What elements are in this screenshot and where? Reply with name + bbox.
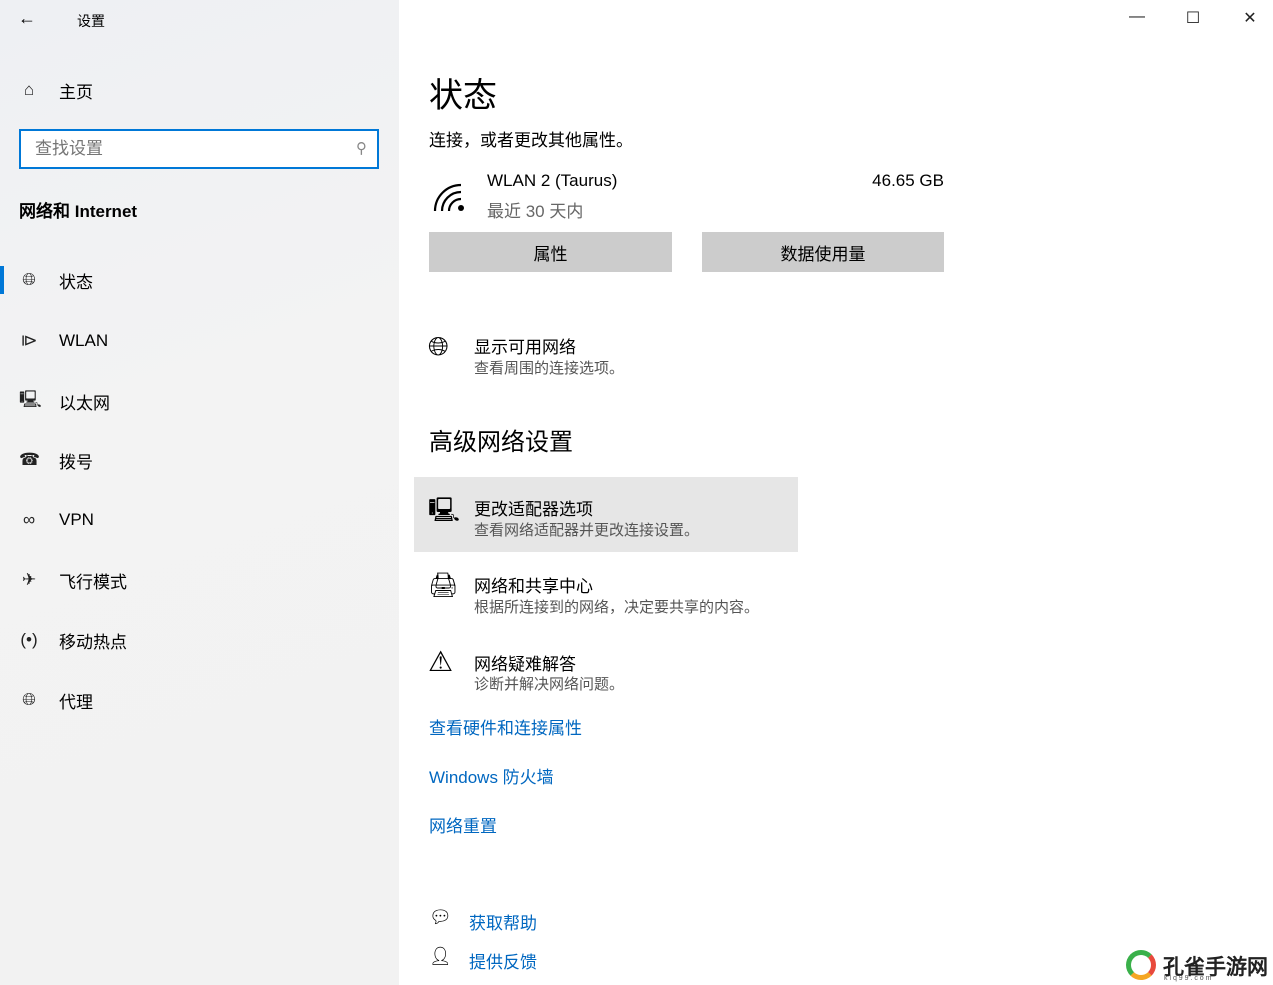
home-icon: ⌂ xyxy=(23,80,35,99)
warning-icon: ⚠︎ xyxy=(428,646,454,677)
item-subtitle: 查看网络适配器并更改连接设置。 xyxy=(474,522,700,539)
feedback-link[interactable]: 提供反馈 xyxy=(469,948,537,973)
search-box[interactable]: ⚲ xyxy=(19,129,379,169)
sidebar-item-dialup[interactable]: ☎︎ 拨号 xyxy=(0,438,399,482)
feedback-icon: 👤︎ xyxy=(429,946,452,966)
item-title: 更改适配器选项 xyxy=(474,500,593,519)
search-input[interactable] xyxy=(21,131,321,167)
item-subtitle: 查看周围的连接选项。 xyxy=(474,360,625,377)
sidebar-item-wlan[interactable]: ⧐ WLAN xyxy=(0,319,399,363)
item-title: 显示可用网络 xyxy=(474,338,576,357)
watermark-sub: k l q 9 9 . c o m xyxy=(1164,975,1212,982)
sidebar-item-hotspot[interactable]: (•) 移动热点 xyxy=(0,618,399,662)
sharing-center-item[interactable]: 🖨︎ 网络和共享中心 根据所连接到的网络，决定要共享的内容。 xyxy=(414,555,798,630)
sidebar-item-vpn[interactable]: ∞ VPN xyxy=(0,498,399,542)
hardware-properties-link[interactable]: 查看硬件和连接属性 xyxy=(429,714,582,739)
troubleshoot-item[interactable]: ⚠︎ 网络疑难解答 诊断并解决网络问题。 xyxy=(414,633,798,708)
label: 代理 xyxy=(59,692,93,712)
adapter-options-item[interactable]: 🖳︎ 更改适配器选项 查看网络适配器并更改连接设置。 xyxy=(414,477,798,552)
sidebar-item-home[interactable]: ⌂ 主页 xyxy=(0,68,399,112)
home-label: 主页 xyxy=(59,82,93,102)
label: 移动热点 xyxy=(59,632,127,652)
item-title: 网络和共享中心 xyxy=(474,577,593,596)
globe-icon: 🌐︎ xyxy=(22,690,36,709)
airplane-icon: ✈︎ xyxy=(21,570,37,589)
sharing-center-icon: 🖨︎ xyxy=(428,572,459,599)
network-usage: 46.65 GB xyxy=(872,171,944,190)
network-period: 最近 30 天内 xyxy=(487,202,584,221)
item-subtitle: 根据所连接到的网络，决定要共享的内容。 xyxy=(474,599,760,616)
maximize-button[interactable]: ☐ xyxy=(1178,8,1208,30)
description: 连接，或者更改其他属性。 xyxy=(429,131,633,150)
hotspot-icon: (•) xyxy=(20,630,38,649)
close-button[interactable]: ✕ xyxy=(1235,8,1265,30)
get-help-link[interactable]: 获取帮助 xyxy=(469,909,537,934)
page-title: 状态 xyxy=(429,77,497,115)
advanced-heading: 高级网络设置 xyxy=(429,429,573,456)
windows-firewall-link[interactable]: Windows 防火墙 xyxy=(429,763,554,788)
wifi-signal-icon xyxy=(433,183,464,212)
window-title: 设置 xyxy=(77,13,105,29)
search-icon: ⚲ xyxy=(356,140,367,157)
label: WLAN xyxy=(59,331,109,350)
network-globe-icon: 🌐︎ xyxy=(428,331,449,361)
sidebar: ← 设置 ⌂ 主页 ⚲ 网络和 Internet 🌐︎ 状态 ⧐ WLAN 🖳︎ 以太… xyxy=(0,0,399,985)
help-icon: 💬︎ xyxy=(429,907,452,927)
section-heading: 网络和 Internet xyxy=(19,202,138,221)
label: 状态 xyxy=(59,272,93,292)
sidebar-item-status[interactable]: 🌐︎ 状态 xyxy=(0,258,399,302)
adapter-icon: 🖳︎ xyxy=(428,497,461,524)
sidebar-item-ethernet[interactable]: 🖳︎ 以太网 xyxy=(0,379,399,423)
sidebar-item-airplane[interactable]: ✈︎ 飞行模式 xyxy=(0,558,399,602)
network-name: WLAN 2 (Taurus) xyxy=(487,171,618,190)
data-usage-button[interactable]: 数据使用量 xyxy=(702,232,944,272)
back-icon[interactable]: ← xyxy=(18,8,36,29)
label: 拨号 xyxy=(59,452,93,472)
watermark-logo xyxy=(1126,950,1156,980)
show-networks-item[interactable]: 🌐︎ 显示可用网络 查看周围的连接选项。 xyxy=(414,315,798,390)
label: VPN xyxy=(59,510,94,529)
label: 以太网 xyxy=(59,393,110,413)
network-reset-link[interactable]: 网络重置 xyxy=(429,812,497,837)
item-title: 网络疑难解答 xyxy=(474,655,576,674)
sidebar-item-proxy[interactable]: 🌐︎ 代理 xyxy=(0,678,399,722)
wifi-icon: ⧐ xyxy=(20,331,38,350)
properties-button[interactable]: 属性 xyxy=(429,232,672,272)
dialup-icon: ☎︎ xyxy=(19,450,41,469)
label: 飞行模式 xyxy=(59,572,127,592)
vpn-icon: ∞ xyxy=(22,510,36,529)
minimize-button[interactable]: — xyxy=(1122,8,1152,30)
ethernet-icon: 🖳︎ xyxy=(19,389,42,409)
globe-status-icon: 🌐︎ xyxy=(22,270,36,289)
item-subtitle: 诊断并解决网络问题。 xyxy=(474,676,625,693)
